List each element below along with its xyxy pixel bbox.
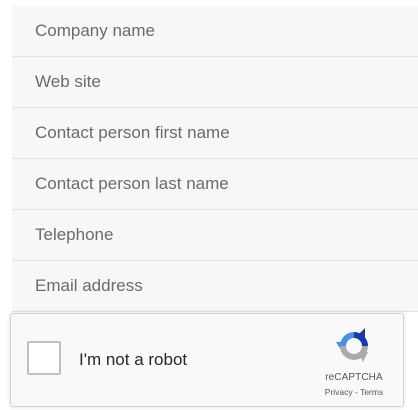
- email-address-input[interactable]: [12, 261, 418, 311]
- recaptcha-checkbox[interactable]: [27, 341, 61, 375]
- recaptcha-widget: I'm not a robot reCAPTCHA Privacy - Term…: [10, 313, 404, 407]
- recaptcha-logo: reCAPTCHA Privacy - Terms: [322, 326, 386, 402]
- company-name-field-row: [12, 6, 418, 57]
- contact-last-name-input[interactable]: [12, 159, 418, 209]
- company-name-input[interactable]: [12, 6, 418, 56]
- recaptcha-brand: reCAPTCHA: [325, 372, 383, 383]
- contact-form: [12, 6, 418, 312]
- telephone-field-row: [12, 210, 418, 261]
- last-name-field-row: [12, 159, 418, 210]
- contact-first-name-input[interactable]: [12, 108, 418, 158]
- web-site-field-row: [12, 57, 418, 108]
- web-site-input[interactable]: [12, 57, 418, 107]
- recaptcha-label: I'm not a robot: [79, 350, 188, 369]
- telephone-input[interactable]: [12, 210, 418, 260]
- email-field-row: [12, 261, 418, 312]
- recaptcha-logo-icon: [336, 328, 368, 362]
- links-separator: -: [352, 387, 361, 397]
- privacy-link[interactable]: Privacy: [325, 387, 353, 397]
- recaptcha-links: Privacy - Terms: [322, 387, 386, 397]
- first-name-field-row: [12, 108, 418, 159]
- terms-link[interactable]: Terms: [360, 387, 383, 397]
